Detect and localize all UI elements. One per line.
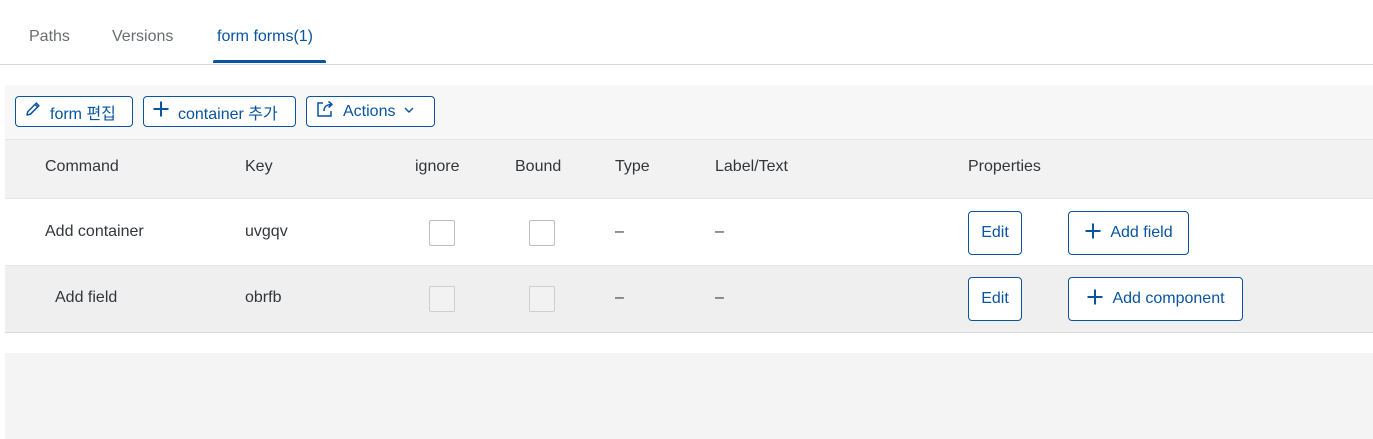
active-tab-indicator [213,60,326,63]
add-container-button[interactable]: container 추가 [143,96,296,127]
ignore-checkbox[interactable] [429,220,455,246]
share-icon [315,99,335,124]
edit-form-button[interactable]: form 편집 [15,96,133,127]
add-component-button[interactable]: Add component [1068,277,1243,321]
bound-checkbox[interactable] [529,220,555,246]
content-background [5,353,1373,439]
chevron-down-icon [403,103,415,121]
table-header [5,139,1373,199]
edit-button[interactable]: Edit [968,277,1022,321]
actions-label: Actions [343,102,396,120]
plus-icon [1086,288,1104,311]
tab-paths[interactable]: Paths [29,28,70,46]
column-header-ignore: ignore [415,158,460,175]
tab-versions[interactable]: Versions [112,28,173,46]
row-type: – [615,289,624,306]
bound-checkbox[interactable] [529,286,555,312]
column-header-type: Type [615,158,650,175]
edit-button-label: Edit [981,290,1009,307]
add-container-label: container 추가 [178,105,278,123]
column-header-key: Key [245,158,273,175]
column-header-label-text: Label/Text [715,158,788,175]
row-label-text: – [715,223,724,240]
edit-form-label: form 편집 [50,105,116,123]
plus-icon [152,100,170,123]
tab-form-forms[interactable]: form forms(1) [217,28,313,46]
actions-menu-button[interactable]: Actions [306,96,435,127]
column-header-bound: Bound [515,158,562,175]
column-header-properties: Properties [968,158,1041,175]
pencil-icon [24,100,42,123]
row-key: obrfb [245,289,282,306]
ignore-checkbox[interactable] [429,286,455,312]
row-type: – [615,223,624,240]
row-label-text: – [715,289,724,306]
add-field-label: Add field [1110,224,1173,241]
add-field-button[interactable]: Add field [1068,211,1189,255]
add-component-label: Add component [1112,290,1225,307]
column-header-command: Command [45,158,119,175]
tab-bar [0,0,1373,65]
edit-button-label: Edit [981,224,1009,241]
plus-icon [1084,222,1102,245]
row-key: uvgqv [245,223,288,240]
edit-button[interactable]: Edit [968,211,1022,255]
row-command: Add field [55,289,118,306]
row-command: Add container [45,223,144,240]
